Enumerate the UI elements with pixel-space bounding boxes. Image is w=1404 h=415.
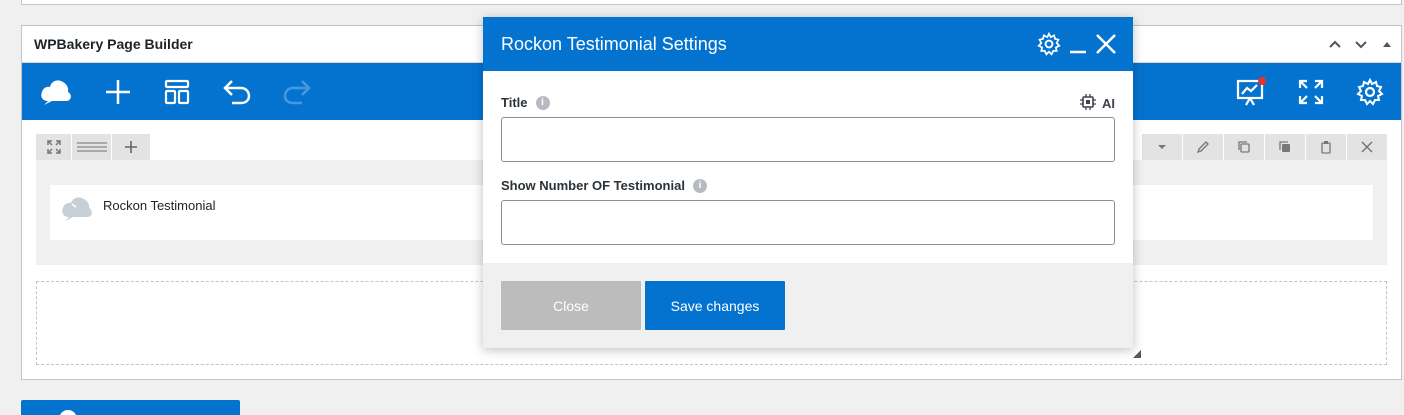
redo-icon[interactable] <box>267 63 327 120</box>
gear-icon[interactable] <box>1037 31 1061 61</box>
paste-icon[interactable] <box>1306 134 1346 160</box>
show-number-input[interactable] <box>501 200 1115 245</box>
row-layout-icon[interactable] <box>72 134 111 160</box>
chevron-down-icon[interactable] <box>1353 36 1369 52</box>
chip-icon <box>1080 94 1096 113</box>
show-number-label-text: Show Number OF Testimonial <box>501 178 685 193</box>
title-field: Title i <box>501 95 1115 162</box>
cloud-element-icon <box>60 195 94 228</box>
pencil-icon[interactable] <box>1183 134 1223 160</box>
button-icon <box>59 410 77 415</box>
modal-title: Rockon Testimonial Settings <box>501 33 727 54</box>
row-actions <box>1141 134 1387 160</box>
settings-modal: Rockon Testimonial Settings AI Title i S… <box>483 17 1133 348</box>
gear-icon[interactable] <box>1340 63 1400 120</box>
clone-icon[interactable] <box>1224 134 1264 160</box>
plus-icon[interactable] <box>88 63 148 120</box>
row-toggle-icon[interactable] <box>1142 134 1182 160</box>
show-number-field: Show Number OF Testimonial i <box>501 178 1115 245</box>
previous-panel-edge <box>21 0 1402 5</box>
close-icon[interactable] <box>1347 134 1387 160</box>
modal-footer: Close Save changes <box>483 263 1133 348</box>
title-field-label: Title i <box>501 95 1115 110</box>
close-button[interactable]: Close <box>501 281 641 330</box>
copy-icon[interactable] <box>1265 134 1305 160</box>
panel-title: WPBakery Page Builder <box>34 36 193 52</box>
chevron-up-icon[interactable] <box>1327 36 1343 52</box>
undo-icon[interactable] <box>207 63 267 120</box>
info-icon[interactable]: i <box>535 95 550 110</box>
modal-body: Title i Show Number OF Testimonial i <box>483 71 1133 263</box>
close-icon[interactable] <box>1095 33 1117 60</box>
resize-grip-icon[interactable] <box>1133 345 1141 358</box>
row-controls <box>36 134 151 160</box>
info-icon[interactable]: i <box>692 178 707 193</box>
seo-chart-icon[interactable] <box>1221 63 1281 120</box>
save-changes-button[interactable]: Save changes <box>645 281 785 330</box>
ai-label: AI <box>1102 96 1115 111</box>
title-label-text: Title <box>501 95 528 110</box>
title-input[interactable] <box>501 117 1115 162</box>
cloud-logo-icon[interactable] <box>26 63 86 120</box>
modal-header[interactable]: Rockon Testimonial Settings <box>483 17 1133 71</box>
minimize-icon[interactable] <box>1069 32 1087 61</box>
bottom-action-button[interactable] <box>21 400 240 415</box>
element-label: Rockon Testimonial <box>103 198 216 213</box>
row-add-icon[interactable] <box>112 134 150 160</box>
show-number-field-label: Show Number OF Testimonial i <box>501 178 1115 193</box>
panel-arrows <box>1327 36 1395 52</box>
collapse-triangle-icon[interactable] <box>1379 36 1395 52</box>
row-move-icon[interactable] <box>36 134 71 160</box>
modal-controls <box>1037 31 1117 61</box>
ai-badge[interactable]: AI <box>1080 94 1115 113</box>
layout-templates-icon[interactable] <box>147 63 207 120</box>
fullscreen-icon[interactable] <box>1281 63 1341 120</box>
